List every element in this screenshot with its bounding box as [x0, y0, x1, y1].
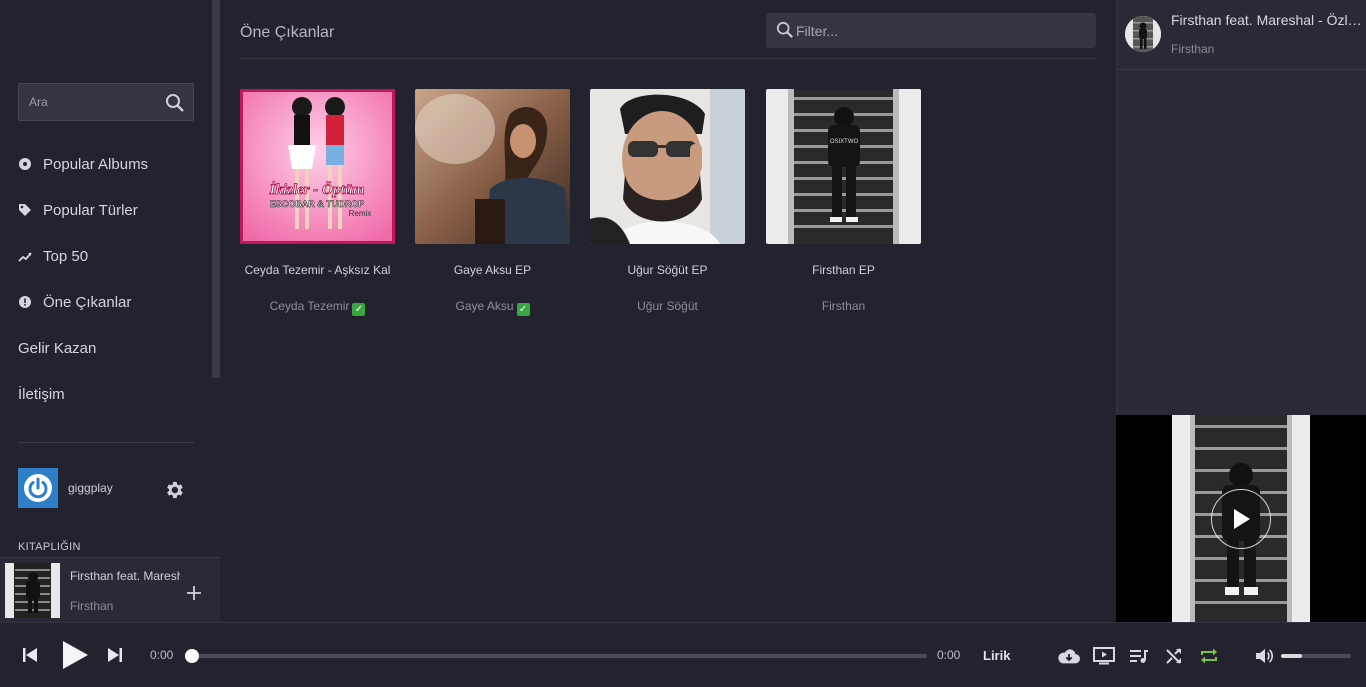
page-title: Öne Çıkanlar: [240, 24, 335, 41]
volume-slider[interactable]: [1281, 654, 1351, 658]
sidebar-item-top-50[interactable]: Top 50: [18, 244, 88, 268]
sidebar-item-gelir-kazan[interactable]: Gelir Kazan: [18, 336, 96, 360]
add-to-library-button[interactable]: [186, 583, 202, 605]
play-icon: [1234, 509, 1250, 529]
verified-check-icon: ✓: [352, 303, 366, 316]
album-artist-name: Gaye Aksu: [455, 299, 514, 313]
now-playing-mini[interactable]: Firsthan feat. Mareshal - Özledim Firsth…: [0, 557, 220, 622]
next-button[interactable]: [105, 645, 125, 665]
plus-icon: [187, 586, 201, 600]
monitor-play-icon: [1093, 647, 1115, 665]
queue-item[interactable]: Firsthan feat. Mareshal - Özledim Firsth…: [1117, 0, 1366, 70]
skip-next-icon: [108, 648, 122, 662]
sidebar-divider: [18, 442, 194, 443]
verified-check-icon: ✓: [516, 303, 530, 316]
queue-button[interactable]: [1128, 645, 1150, 667]
shirt-text: OSIXTWO: [830, 139, 859, 145]
album-artist[interactable]: Gaye Aksu ✓: [415, 299, 570, 316]
sidebar-item-popular-turler[interactable]: Popular Türler: [18, 198, 138, 222]
filter-box[interactable]: [766, 13, 1096, 48]
repeat-button[interactable]: [1198, 645, 1220, 667]
sidebar-item-label: Gelir Kazan: [18, 339, 97, 357]
album-name[interactable]: Gaye Aksu EP: [415, 263, 570, 277]
album-cover[interactable]: OSIXTWO: [766, 89, 921, 244]
now-playing-artist[interactable]: Firsthan: [70, 599, 113, 613]
search-icon[interactable]: [165, 93, 185, 118]
queue-item-cover: [1125, 16, 1161, 52]
album-artist[interactable]: Firsthan: [766, 299, 921, 313]
lyrics-button[interactable]: Lirik: [983, 648, 1010, 663]
album-name[interactable]: Ceyda Tezemir - Aşksız Kal: [240, 263, 395, 277]
previous-button[interactable]: [20, 645, 40, 665]
disc-icon: [18, 157, 32, 171]
play-button[interactable]: [60, 640, 90, 670]
sidebar-item-iletisim[interactable]: İletişim: [18, 382, 65, 406]
video-play-button[interactable]: [1211, 489, 1271, 549]
gear-icon[interactable]: [163, 479, 185, 506]
now-playing-title: Firsthan feat. Mareshal - Özledim: [70, 569, 180, 583]
player-bar: 0:00 0:00 Lirik: [0, 622, 1366, 687]
tag-icon: [18, 203, 32, 217]
search-icon: [776, 21, 794, 44]
power-icon: [24, 474, 52, 502]
volume-level: [1281, 654, 1302, 658]
volume-button[interactable]: [1253, 645, 1275, 667]
album-artist-name: Ceyda Tezemir: [269, 299, 350, 313]
video-preview[interactable]: [1116, 415, 1366, 622]
sidebar-item-label: Popular Türler: [43, 201, 138, 219]
album-artist[interactable]: Uğur Söğüt: [590, 299, 745, 313]
download-button[interactable]: [1058, 645, 1080, 667]
album-artist[interactable]: Ceyda Tezemir ✓: [240, 299, 395, 316]
play-queue: Firsthan feat. Mareshal - Özledim Firsth…: [1116, 0, 1366, 415]
sidebar-search[interactable]: [18, 83, 194, 121]
main-content: Öne Çıkanlar İkizler - Öptüm ESCOBAR & T…: [220, 0, 1116, 622]
album-cover[interactable]: [415, 89, 570, 244]
filter-input[interactable]: [796, 13, 1086, 48]
sidebar-item-label: Top 50: [43, 247, 89, 265]
avatar[interactable]: [18, 468, 58, 508]
user-name: giggplay: [68, 481, 113, 495]
volume-icon: [1256, 649, 1274, 663]
album-artist-name: Firsthan: [821, 299, 866, 313]
queue-item-title: Firsthan feat. Mareshal - Özledim: [1171, 12, 1363, 28]
repeat-icon: [1201, 648, 1217, 664]
current-time: 0:00: [150, 648, 174, 662]
library-label: KITAPLIĞIN: [18, 541, 81, 553]
now-playing-cover: [5, 563, 60, 618]
header-divider: [240, 58, 1096, 59]
skip-previous-icon: [23, 648, 37, 662]
progress-knob[interactable]: [185, 649, 199, 663]
album-cover[interactable]: [590, 89, 745, 244]
shuffle-button[interactable]: [1163, 645, 1185, 667]
album-cover[interactable]: İkizler - Öptüm ESCOBAR & TUDROP Remix: [240, 89, 395, 244]
progress-bar[interactable]: [185, 649, 927, 663]
sidebar-item-one-cikanlar[interactable]: Öne Çıkanlar: [18, 290, 131, 314]
sidebar: Popular Albums Popular Türler Top 50 Öne…: [0, 0, 220, 622]
total-time: 0:00: [937, 648, 961, 662]
sidebar-item-label: Popular Albums: [43, 155, 149, 173]
badge-icon: [18, 295, 32, 309]
sidebar-scrollbar[interactable]: [212, 0, 220, 378]
album-card-ugur-sogut[interactable]: Uğur Söğüt EP Uğur Söğüt: [590, 89, 745, 313]
video-toggle-button[interactable]: [1093, 645, 1115, 667]
cover-remix-text: Remix: [349, 209, 372, 218]
album-name[interactable]: Uğur Söğüt EP: [590, 263, 745, 277]
sidebar-item-popular-albums[interactable]: Popular Albums: [18, 152, 148, 176]
cover-subtitle-text: ESCOBAR & TUDROP: [270, 199, 365, 209]
cover-title-text: İkizler - Öptüm: [268, 181, 364, 198]
sidebar-item-label: İletişim: [18, 385, 65, 403]
cloud-download-icon: [1058, 649, 1080, 664]
album-card-ceyda-tezemir[interactable]: İkizler - Öptüm ESCOBAR & TUDROP Remix C…: [240, 89, 395, 316]
shuffle-icon: [1166, 648, 1181, 664]
album-card-firsthan[interactable]: OSIXTWO Firsthan EP Firsthan: [766, 89, 921, 313]
sidebar-item-label: Öne Çıkanlar: [43, 293, 132, 311]
album-artist-name: Uğur Söğüt: [637, 299, 698, 313]
play-icon: [63, 641, 88, 669]
album-name[interactable]: Firsthan EP: [766, 263, 921, 277]
trending-icon: [18, 249, 32, 263]
search-input[interactable]: [19, 84, 159, 120]
playlist-icon: [1130, 650, 1148, 663]
album-card-gaye-aksu[interactable]: Gaye Aksu EP Gaye Aksu ✓: [415, 89, 570, 316]
queue-item-artist: Firsthan: [1171, 42, 1215, 56]
